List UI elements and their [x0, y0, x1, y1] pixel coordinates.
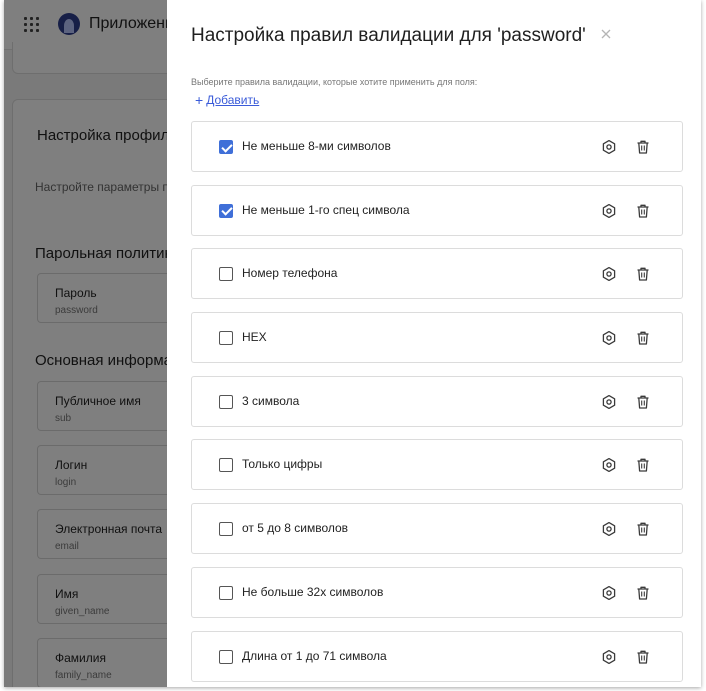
rule-label: от 5 до 8 символов: [242, 521, 349, 536]
rule-delete-button[interactable]: [635, 139, 651, 155]
rule-item: Длина от 1 до 71 символа: [191, 630, 683, 682]
rule-settings-button[interactable]: [601, 266, 617, 282]
settings-icon: [602, 394, 616, 409]
validation-rules-drawer: Настройка правил валидации для 'password…: [167, 0, 701, 687]
add-rule-button[interactable]: + Добавить: [195, 92, 259, 108]
rule-settings-button[interactable]: [601, 394, 617, 410]
rule-delete-button[interactable]: [635, 585, 651, 601]
settings-icon: [602, 585, 616, 600]
trash-icon: [637, 268, 649, 282]
rule-settings-button[interactable]: [601, 649, 617, 665]
rule-label: Не меньше 1-го спец символа: [242, 202, 410, 217]
rule-settings-button[interactable]: [601, 330, 617, 346]
rule-settings-button[interactable]: [601, 139, 617, 155]
trash-icon: [637, 395, 649, 409]
close-icon: [601, 29, 611, 39]
rule-checkbox[interactable]: [219, 140, 233, 154]
rule-label: HEX: [242, 330, 267, 345]
rule-item: от 5 до 8 символов: [191, 503, 683, 555]
rule-item: Не меньше 1-го спец символа: [191, 184, 683, 236]
rule-checkbox[interactable]: [219, 203, 233, 218]
drawer-title: Настройка правил валидации для 'password…: [191, 25, 586, 46]
rule-label: Не меньше 8-ми символов: [242, 139, 391, 153]
add-rule-label: Добавить: [206, 93, 260, 107]
rule-delete-button[interactable]: [635, 266, 651, 282]
rule-item: Не больше 32х символов: [191, 566, 683, 618]
rule-checkbox[interactable]: [219, 522, 233, 537]
rule-item: Номер телефона: [191, 248, 683, 300]
rule-item: HEX: [191, 312, 683, 364]
close-button[interactable]: [599, 27, 613, 41]
rule-checkbox[interactable]: [219, 331, 233, 346]
rule-settings-button[interactable]: [601, 457, 617, 473]
trash-icon: [637, 459, 649, 473]
rule-label: 3 символа: [242, 393, 300, 408]
rule-checkbox[interactable]: [219, 458, 233, 473]
trash-icon: [637, 331, 649, 345]
trash-icon: [637, 140, 649, 154]
settings-icon: [602, 267, 616, 282]
plus-icon: +: [195, 92, 204, 108]
settings-icon: [602, 649, 616, 664]
rule-label: Не больше 32х символов: [242, 584, 384, 599]
rule-checkbox[interactable]: [219, 394, 233, 409]
rule-label: Длина от 1 до 71 символа: [242, 648, 387, 663]
settings-icon: [602, 139, 616, 155]
rule-settings-button[interactable]: [601, 203, 617, 219]
rule-settings-button[interactable]: [601, 521, 617, 537]
rule-delete-button[interactable]: [635, 330, 651, 346]
rule-label: Только цифры: [242, 457, 323, 472]
rule-item: Только цифры: [191, 439, 683, 491]
window-frame: Приложени Настройка профиля Настройте па…: [4, 0, 701, 687]
rule-item: 3 символа: [191, 375, 683, 427]
trash-icon: [637, 586, 649, 600]
rule-delete-button[interactable]: [635, 649, 651, 665]
rules-list: Не меньше 8-ми символов Не меньше 1-го с…: [191, 121, 683, 687]
trash-icon: [637, 522, 649, 536]
trash-icon: [637, 204, 649, 218]
trash-icon: [637, 650, 649, 664]
rule-label: Номер телефона: [242, 266, 338, 281]
settings-icon: [602, 331, 616, 346]
settings-icon: [602, 522, 616, 537]
rule-delete-button[interactable]: [635, 203, 651, 219]
rule-checkbox[interactable]: [219, 267, 233, 282]
rule-delete-button[interactable]: [635, 521, 651, 537]
settings-icon: [602, 458, 616, 473]
rule-delete-button[interactable]: [635, 457, 651, 473]
drawer-hint: Выберите правила валидации, которые хоти…: [191, 77, 478, 87]
settings-icon: [602, 203, 616, 218]
rule-settings-button[interactable]: [601, 585, 617, 601]
rule-item: Не меньше 8-ми символов: [191, 121, 683, 172]
rule-delete-button[interactable]: [635, 394, 651, 410]
rule-checkbox[interactable]: [219, 649, 233, 664]
rule-checkbox[interactable]: [219, 585, 233, 600]
